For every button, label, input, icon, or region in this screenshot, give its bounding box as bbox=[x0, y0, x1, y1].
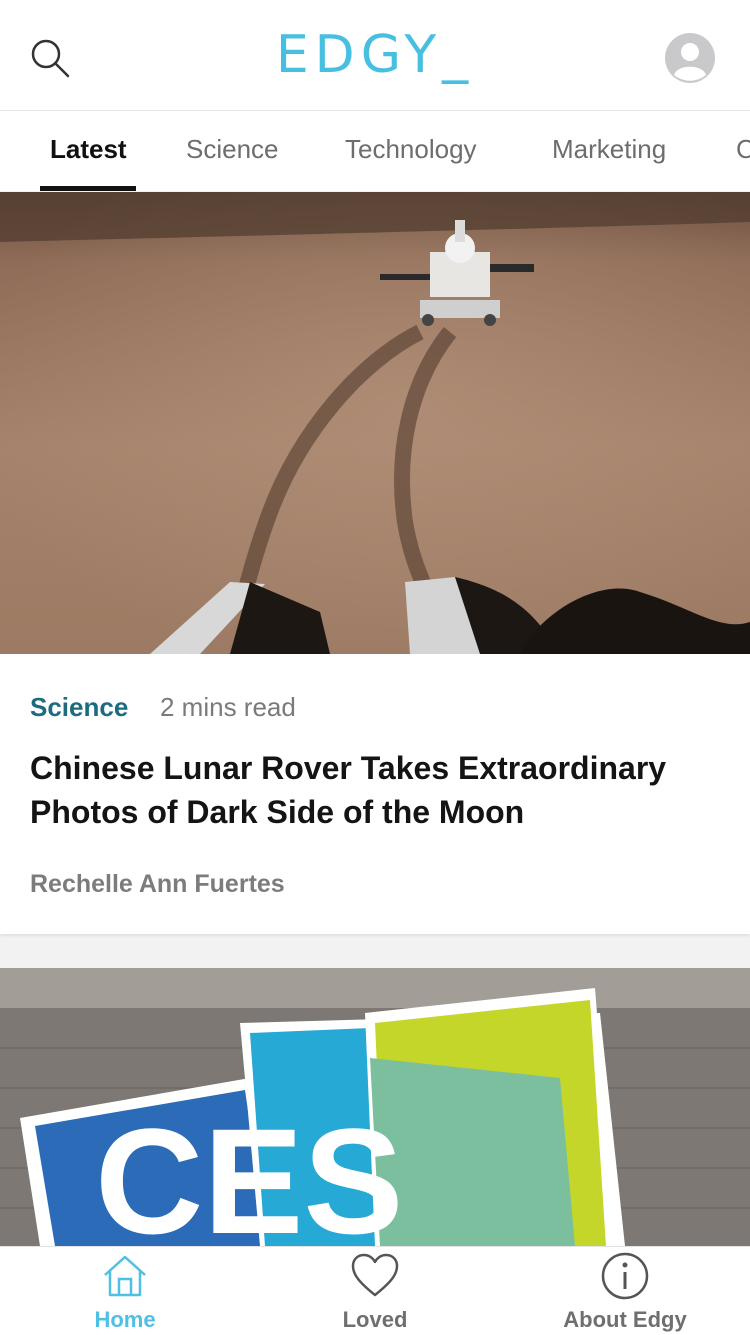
tab-marketing[interactable]: Marketing bbox=[552, 111, 666, 191]
active-tab-indicator bbox=[40, 186, 136, 191]
article-image-ces[interactable]: CES bbox=[0, 968, 750, 1246]
article-category[interactable]: Science bbox=[30, 692, 128, 723]
nav-about[interactable]: About Edgy bbox=[500, 1247, 750, 1335]
article-hero-image[interactable] bbox=[0, 192, 750, 654]
ces-logo-text: CES bbox=[95, 1097, 403, 1246]
article-author: Rechelle Ann Fuertes bbox=[30, 870, 285, 898]
nav-loved-label: Loved bbox=[342, 1307, 408, 1332]
article-card[interactable]: Science 2 mins read Chinese Lunar Rover … bbox=[0, 654, 750, 934]
app-logo[interactable]: EDGY_ bbox=[0, 20, 750, 90]
category-tabs: Latest Science Technology Marketing C bbox=[0, 111, 750, 191]
tab-partial[interactable]: C bbox=[736, 111, 750, 191]
tab-technology[interactable]: Technology bbox=[345, 111, 477, 191]
tab-latest[interactable]: Latest bbox=[50, 111, 127, 191]
nav-about-label: About Edgy bbox=[563, 1307, 687, 1332]
article-title[interactable]: Chinese Lunar Rover Takes Extraordinary … bbox=[30, 746, 720, 834]
app-header: EDGY_ bbox=[0, 0, 750, 111]
bottom-navigation: Home Loved About Edgy bbox=[0, 1246, 750, 1335]
info-icon bbox=[601, 1252, 649, 1300]
nav-loved[interactable]: Loved bbox=[250, 1247, 500, 1335]
home-icon bbox=[104, 1255, 146, 1297]
user-avatar-icon[interactable] bbox=[664, 32, 716, 84]
tab-science[interactable]: Science bbox=[186, 111, 279, 191]
heart-icon bbox=[351, 1253, 399, 1297]
nav-home-label: Home bbox=[94, 1307, 156, 1332]
article-read-time: 2 mins read bbox=[160, 692, 296, 722]
nav-home[interactable]: Home bbox=[0, 1247, 250, 1335]
